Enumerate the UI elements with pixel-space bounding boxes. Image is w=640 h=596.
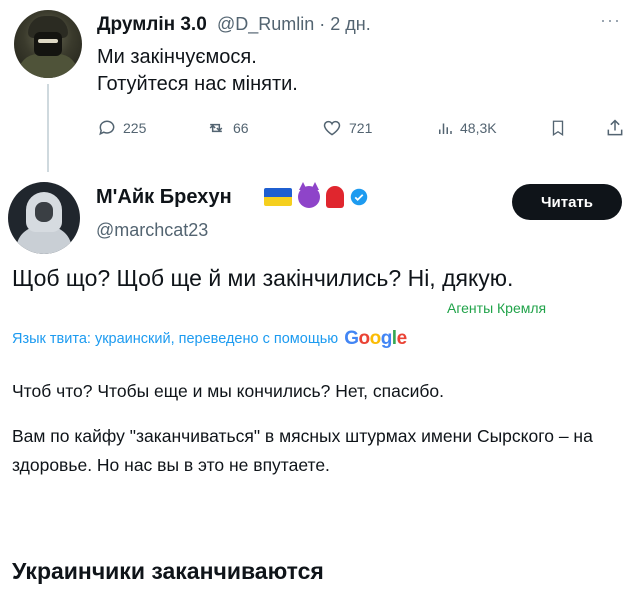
translated-text-line: Чтоб что? Чтобы еще и мы кончились? Нет,… xyxy=(12,381,444,401)
tweet-text-line-1: Ми закінчуємося. xyxy=(97,46,257,68)
verified-badge-icon xyxy=(350,188,368,206)
avatar-face xyxy=(35,202,53,222)
views-chart-icon xyxy=(439,123,452,134)
heart-icon xyxy=(323,120,341,136)
author-handle[interactable]: @marchcat23 xyxy=(96,220,208,241)
author-name[interactable]: М'Айк Брехун xyxy=(96,186,232,209)
avatar-face xyxy=(34,32,62,56)
reply-text: Щоб що? Щоб ще й ми закінчились? Ні, дяк… xyxy=(12,265,514,291)
google-logo: Google xyxy=(344,328,407,349)
tweet-text: Ми закінчуємося. Готуйтеся нас міняти. xyxy=(97,44,298,98)
author-handle-time[interactable]: @D_Rumlin · 2 дн. xyxy=(217,14,371,35)
reply-count: 225 xyxy=(123,120,147,136)
devil-emoji-icon xyxy=(298,182,320,208)
repost-icon xyxy=(209,123,223,133)
reply-icon xyxy=(99,120,115,136)
avatar-body xyxy=(18,54,78,78)
share-button[interactable] xyxy=(605,118,625,138)
bookmark-icon xyxy=(552,120,564,137)
more-options-button[interactable]: ··· xyxy=(600,10,621,31)
repost-count: 66 xyxy=(233,120,249,136)
translation-note[interactable]: Язык твита: украинский, переведено с пом… xyxy=(12,328,407,350)
name-emojis xyxy=(264,182,368,208)
follow-button[interactable]: Читать xyxy=(512,184,622,220)
reply-button[interactable]: 225 xyxy=(97,118,146,138)
views-count: 48,3K xyxy=(460,120,497,136)
share-icon xyxy=(607,119,623,136)
ukraine-flag-icon xyxy=(264,188,292,206)
author-name[interactable]: Друмлін 3.0 xyxy=(97,14,207,36)
like-count: 721 xyxy=(349,120,373,136)
like-button[interactable]: 721 xyxy=(321,118,372,138)
meme-caption: Украинчики заканчиваются xyxy=(12,558,324,584)
watermark-label: Агенты Кремля xyxy=(447,300,547,316)
views-button[interactable]: 48,3K xyxy=(436,118,497,138)
repost-button[interactable]: 66 xyxy=(205,118,249,138)
siren-emoji-icon xyxy=(326,186,344,208)
avatar[interactable] xyxy=(8,182,80,254)
translation-note-text: Язык твита: украинский, переведено с пом… xyxy=(12,331,339,347)
translated-text-paragraph: Вам по кайфу "заканчиваться" в мясных шт… xyxy=(12,426,593,475)
thread-line xyxy=(47,84,49,172)
avatar-eyes xyxy=(38,39,58,43)
tweet-text-line-2: Готуйтеся нас міняти. xyxy=(97,73,298,95)
avatar[interactable] xyxy=(14,10,82,78)
bookmark-button[interactable] xyxy=(549,118,567,138)
